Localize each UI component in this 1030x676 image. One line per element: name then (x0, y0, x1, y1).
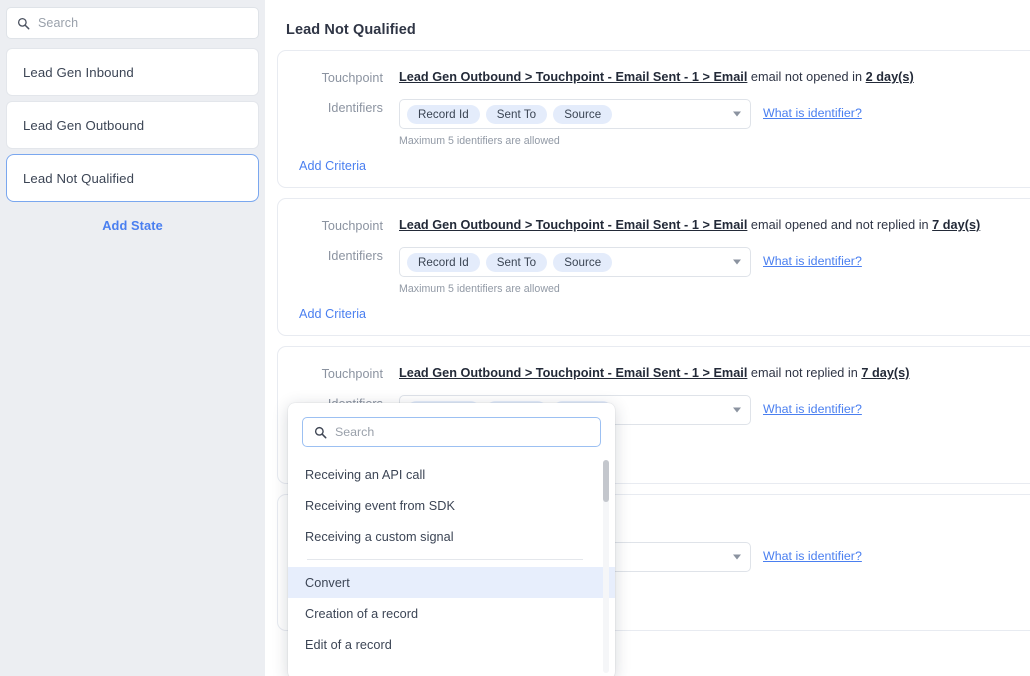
identifiers-hint: Maximum 5 identifiers are allowed (399, 135, 560, 147)
touchpoint-label: Touchpoint (321, 367, 383, 381)
touchpoint-row: Touchpoint Lead Gen Outbound > Touchpoin… (278, 69, 1030, 86)
state-item-label: Lead Gen Outbound (23, 117, 145, 133)
dropdown-scrollbar-thumb[interactable] (603, 460, 609, 502)
add-criteria-button[interactable]: Add Criteria (278, 307, 1030, 321)
identifiers-row: Identifiers Record Id Sent To Source Wha… (278, 247, 1030, 295)
touchpoint-row: Touchpoint Lead Gen Outbound > Touchpoin… (278, 365, 1030, 382)
search-icon (314, 426, 327, 438)
trigger-type-dropdown[interactable]: Search Receiving an API call Receiving e… (288, 403, 615, 676)
identifiers-select[interactable]: Record Id Sent To Source (399, 99, 751, 129)
what-is-identifier-link[interactable]: What is identifier? (763, 247, 862, 268)
touchpoint-expression: Lead Gen Outbound > Touchpoint - Email S… (399, 217, 1030, 234)
dropdown-item-label: Receiving event from SDK (305, 498, 455, 513)
state-item-label: Lead Not Qualified (23, 170, 135, 186)
touchpoint-path[interactable]: Lead Gen Outbound > Touchpoint - Email S… (399, 366, 747, 380)
dropdown-search-input[interactable]: Search (302, 417, 601, 447)
dropdown-item-label: Receiving an API call (305, 467, 426, 482)
chevron-down-icon[interactable] (733, 259, 741, 265)
dropdown-item-label: Creation of a record (305, 606, 419, 621)
touchpoint-duration[interactable]: 7 day(s) (932, 218, 980, 232)
dropdown-item-creation-of-a-record[interactable]: Creation of a record (288, 598, 615, 629)
dropdown-search-placeholder: Search (335, 425, 375, 439)
state-list: Lead Gen Inbound Lead Gen Outbound Lead … (6, 48, 259, 202)
dropdown-item-receiving-a-custom-signal[interactable]: Receiving a custom signal (288, 521, 615, 552)
touchpoint-duration[interactable]: 2 day(s) (866, 70, 914, 84)
identifier-chip[interactable]: Source (553, 104, 613, 124)
identifier-chip[interactable]: Sent To (485, 104, 548, 124)
identifiers-select[interactable]: Record Id Sent To Source (399, 247, 751, 277)
chevron-down-icon[interactable] (733, 554, 741, 560)
dropdown-item-edit-of-a-record[interactable]: Edit of a record (288, 629, 615, 660)
what-is-identifier-link[interactable]: What is identifier? (763, 395, 862, 416)
what-is-identifier-link[interactable]: What is identifier? (763, 99, 862, 120)
touchpoint-card: Touchpoint Lead Gen Outbound > Touchpoin… (277, 198, 1030, 336)
add-state-button[interactable]: Add State (6, 218, 259, 233)
states-sidebar: Search Lead Gen Inbound Lead Gen Outboun… (0, 0, 265, 676)
touchpoint-label: Touchpoint (321, 219, 383, 233)
identifier-chip[interactable]: Record Id (407, 252, 480, 272)
sidebar-item-lead-gen-outbound[interactable]: Lead Gen Outbound (6, 101, 259, 149)
touchpoint-path[interactable]: Lead Gen Outbound > Touchpoint - Email S… (399, 218, 747, 232)
dropdown-option-list: Receiving an API call Receiving event fr… (288, 459, 615, 660)
touchpoint-condition: email opened and not replied in (747, 218, 933, 232)
touchpoint-expression: Lead Gen Outbound > Touchpoint - Email S… (399, 365, 1030, 382)
page-title: Lead Not Qualified (286, 22, 416, 38)
dropdown-divider (307, 559, 583, 560)
app-root: Search Lead Gen Inbound Lead Gen Outboun… (0, 0, 1030, 676)
dropdown-scrollbar[interactable] (603, 460, 609, 673)
identifier-chip[interactable]: Source (553, 252, 613, 272)
identifiers-row: Identifiers Record Id Sent To Source Wha… (278, 99, 1030, 147)
touchpoint-expression: Lead Gen Outbound > Touchpoint - Email S… (399, 69, 1030, 86)
sidebar-search-input[interactable]: Search (6, 7, 259, 39)
touchpoint-row: Touchpoint Lead Gen Outbound > Touchpoin… (278, 217, 1030, 234)
dropdown-item-receiving-event-from-sdk[interactable]: Receiving event from SDK (288, 490, 615, 521)
identifier-chip[interactable]: Sent To (485, 252, 548, 272)
identifier-chip[interactable]: Record Id (407, 104, 480, 124)
sidebar-item-lead-gen-inbound[interactable]: Lead Gen Inbound (6, 48, 259, 96)
sidebar-search-placeholder: Search (38, 16, 79, 30)
search-icon (17, 17, 30, 29)
touchpoint-card: Touchpoint Lead Gen Outbound > Touchpoin… (277, 50, 1030, 188)
sidebar-item-lead-not-qualified[interactable]: Lead Not Qualified (6, 154, 259, 202)
dropdown-item-label: Convert (305, 575, 350, 590)
touchpoint-path[interactable]: Lead Gen Outbound > Touchpoint - Email S… (399, 70, 747, 84)
identifiers-label: Identifiers (327, 249, 383, 263)
state-item-label: Lead Gen Inbound (23, 64, 134, 80)
chevron-down-icon[interactable] (733, 111, 741, 117)
what-is-identifier-link[interactable]: What is identifier? (763, 542, 862, 563)
touchpoint-condition: email not opened in (747, 70, 866, 84)
dropdown-item-receiving-an-api-call[interactable]: Receiving an API call (288, 459, 615, 490)
chevron-down-icon[interactable] (733, 407, 741, 413)
identifiers-label: Identifiers (327, 101, 383, 115)
add-criteria-button[interactable]: Add Criteria (278, 159, 1030, 173)
touchpoint-duration[interactable]: 7 day(s) (861, 366, 909, 380)
touchpoint-label: Touchpoint (321, 71, 383, 85)
dropdown-item-label: Receiving a custom signal (305, 529, 454, 544)
dropdown-item-label: Edit of a record (305, 637, 392, 652)
dropdown-item-convert[interactable]: Convert (288, 567, 615, 598)
identifiers-hint: Maximum 5 identifiers are allowed (399, 283, 560, 295)
touchpoint-condition: email not replied in (747, 366, 862, 380)
